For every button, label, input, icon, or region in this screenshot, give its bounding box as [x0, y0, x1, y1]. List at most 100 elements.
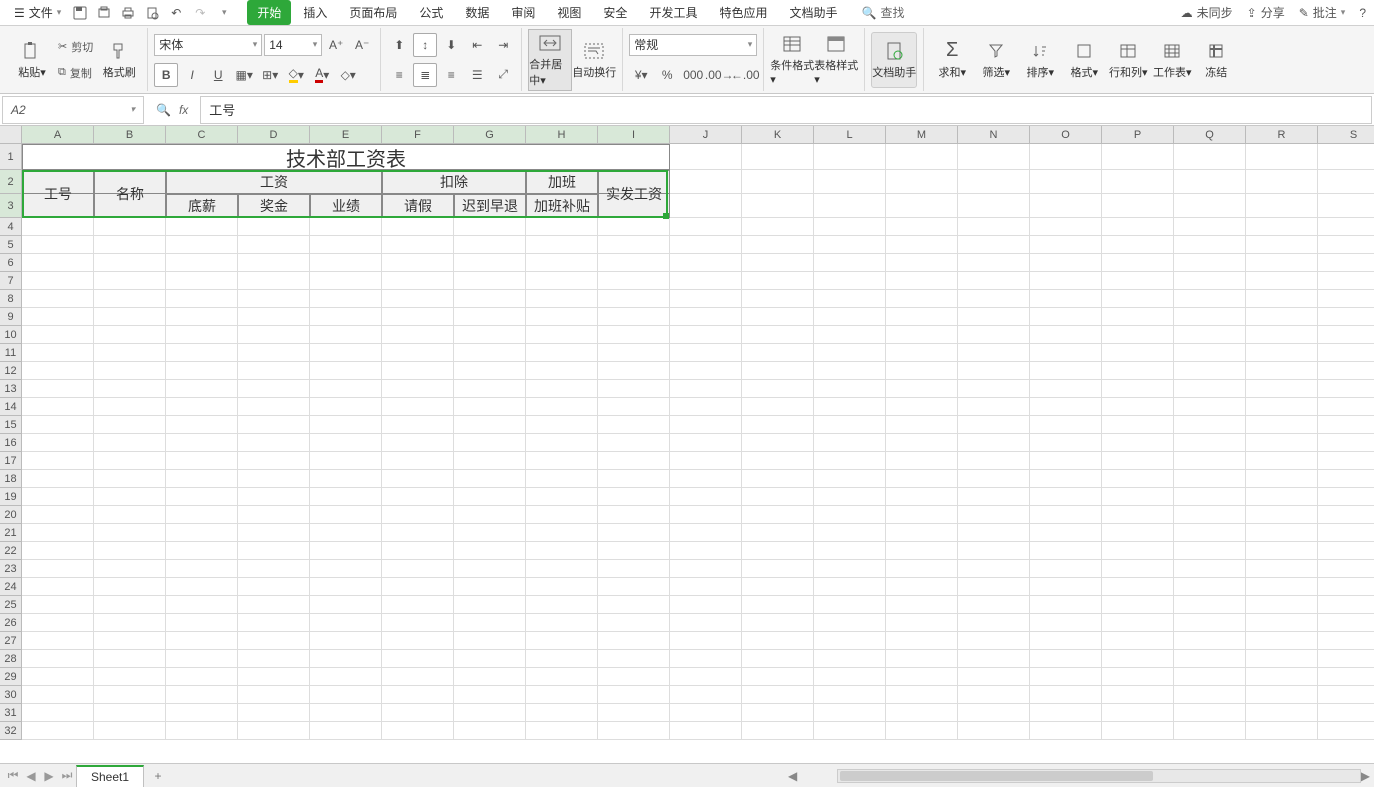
select-all-corner[interactable]	[0, 126, 22, 144]
col-header-H[interactable]: H	[526, 126, 598, 144]
cond-format-button[interactable]: 条件格式▾	[770, 29, 814, 91]
print-icon[interactable]	[117, 2, 139, 24]
col-header-D[interactable]: D	[238, 126, 310, 144]
clear-format-button[interactable]: ◇▾	[336, 63, 360, 87]
horizontal-scrollbar[interactable]	[837, 769, 1360, 783]
fill-color-button[interactable]: ◇▾	[284, 63, 308, 87]
qat-more-icon[interactable]: ▾	[213, 2, 235, 24]
orientation-icon[interactable]: ⤢	[491, 63, 515, 87]
row-header-10[interactable]: 10	[0, 326, 22, 344]
sync-status[interactable]: ☁未同步	[1181, 4, 1233, 21]
tab-security[interactable]: 安全	[593, 0, 637, 25]
doc-helper-button[interactable]: 文档助手	[871, 32, 917, 88]
row-header-18[interactable]: 18	[0, 470, 22, 488]
tab-prev-icon[interactable]: ◀	[22, 767, 40, 785]
row-header-7[interactable]: 7	[0, 272, 22, 290]
col-header-B[interactable]: B	[94, 126, 166, 144]
worksheet-button[interactable]: 工作表▾	[1150, 29, 1194, 91]
row-header-11[interactable]: 11	[0, 344, 22, 362]
indent-increase-icon[interactable]: ⇥	[491, 33, 515, 57]
col-header-I[interactable]: I	[598, 126, 670, 144]
row-header-32[interactable]: 32	[0, 722, 22, 740]
row-header-28[interactable]: 28	[0, 650, 22, 668]
row-header-17[interactable]: 17	[0, 452, 22, 470]
row-header-26[interactable]: 26	[0, 614, 22, 632]
font-name-select[interactable]: 宋体▾	[154, 34, 262, 56]
sheet-tab-1[interactable]: Sheet1	[76, 765, 144, 787]
row-header-14[interactable]: 14	[0, 398, 22, 416]
tab-review[interactable]: 审阅	[501, 0, 545, 25]
col-header-R[interactable]: R	[1246, 126, 1318, 144]
align-middle-icon[interactable]: ↕	[413, 33, 437, 57]
row-header-2[interactable]: 2	[0, 170, 22, 194]
formula-input[interactable]: 工号	[200, 96, 1372, 124]
row-header-19[interactable]: 19	[0, 488, 22, 506]
copy-button[interactable]: ⧉复制	[54, 61, 97, 85]
row-header-8[interactable]: 8	[0, 290, 22, 308]
percent-icon[interactable]: %	[655, 63, 679, 87]
title-cell[interactable]: 技术部工资表	[22, 144, 670, 170]
row-header-5[interactable]: 5	[0, 236, 22, 254]
align-right-icon[interactable]: ≡	[439, 63, 463, 87]
tab-last-icon[interactable]: ⏭	[58, 767, 76, 785]
row-header-25[interactable]: 25	[0, 596, 22, 614]
tab-special[interactable]: 特色应用	[709, 0, 777, 25]
tab-start[interactable]: 开始	[247, 0, 291, 25]
format-button[interactable]: 格式▾	[1062, 29, 1106, 91]
format-painter-button[interactable]: 格式刷	[97, 29, 141, 91]
col-header-G[interactable]: G	[454, 126, 526, 144]
scrollbar-thumb[interactable]	[840, 771, 1153, 781]
row-header-16[interactable]: 16	[0, 434, 22, 452]
align-left-icon[interactable]: ≡	[387, 63, 411, 87]
tab-first-icon[interactable]: ⏮	[4, 767, 22, 785]
col-header-C[interactable]: C	[166, 126, 238, 144]
scroll-right-icon[interactable]: ▶	[1361, 769, 1370, 783]
font-size-select[interactable]: 14▾	[264, 34, 322, 56]
increase-font-icon[interactable]: A⁺	[324, 33, 348, 57]
italic-button[interactable]: I	[180, 63, 204, 87]
tab-data[interactable]: 数据	[455, 0, 499, 25]
col-header-K[interactable]: K	[742, 126, 814, 144]
row-header-1[interactable]: 1	[0, 144, 22, 170]
align-center-icon[interactable]: ≣	[413, 63, 437, 87]
col-header-Q[interactable]: Q	[1174, 126, 1246, 144]
col-header-S[interactable]: S	[1318, 126, 1374, 144]
share-button[interactable]: ⇪分享	[1247, 4, 1285, 21]
col-header-E[interactable]: E	[310, 126, 382, 144]
col-header-M[interactable]: M	[886, 126, 958, 144]
fx-icon[interactable]: fx	[179, 103, 188, 117]
row-header-4[interactable]: 4	[0, 218, 22, 236]
merge-center-button[interactable]: 合并居中▾	[528, 29, 572, 91]
freeze-button[interactable]: 冻结	[1194, 29, 1238, 91]
col-header-F[interactable]: F	[382, 126, 454, 144]
tab-devtools[interactable]: 开发工具	[639, 0, 707, 25]
wrap-text-button[interactable]: 自动换行	[572, 29, 616, 91]
increase-decimal-icon[interactable]: .00→	[707, 63, 731, 87]
bold-button[interactable]: B	[154, 63, 178, 87]
cut-button[interactable]: ✂剪切	[54, 35, 97, 59]
row-header-6[interactable]: 6	[0, 254, 22, 272]
align-justify-icon[interactable]: ☰	[465, 63, 489, 87]
col-header-J[interactable]: J	[670, 126, 742, 144]
sum-button[interactable]: Σ求和▾	[930, 29, 974, 91]
help-button[interactable]: ?	[1359, 6, 1366, 20]
undo-icon[interactable]: ↶	[165, 2, 187, 24]
col-header-P[interactable]: P	[1102, 126, 1174, 144]
col-header-A[interactable]: A	[22, 126, 94, 144]
filter-button[interactable]: 筛选▾	[974, 29, 1018, 91]
comment-button[interactable]: ✎批注▾	[1299, 4, 1346, 21]
indent-decrease-icon[interactable]: ⇤	[465, 33, 489, 57]
border-style-button[interactable]: ⊞▾	[258, 63, 282, 87]
table-style-button[interactable]: 表格样式▾	[814, 29, 858, 91]
row-header-22[interactable]: 22	[0, 542, 22, 560]
add-sheet-button[interactable]: +	[148, 766, 168, 786]
font-color-button[interactable]: A▾	[310, 63, 334, 87]
cell-grid[interactable]: 技术部工资表工资扣除加班底薪奖金业绩请假迟到早退加班补贴工号名称实发工资	[22, 144, 1374, 740]
new-doc-icon[interactable]	[141, 2, 163, 24]
tab-next-icon[interactable]: ▶	[40, 767, 58, 785]
align-bottom-icon[interactable]: ⬇	[439, 33, 463, 57]
col-header-N[interactable]: N	[958, 126, 1030, 144]
align-top-icon[interactable]: ⬆	[387, 33, 411, 57]
border-button[interactable]: ▦▾	[232, 63, 256, 87]
print-preview-icon[interactable]	[93, 2, 115, 24]
